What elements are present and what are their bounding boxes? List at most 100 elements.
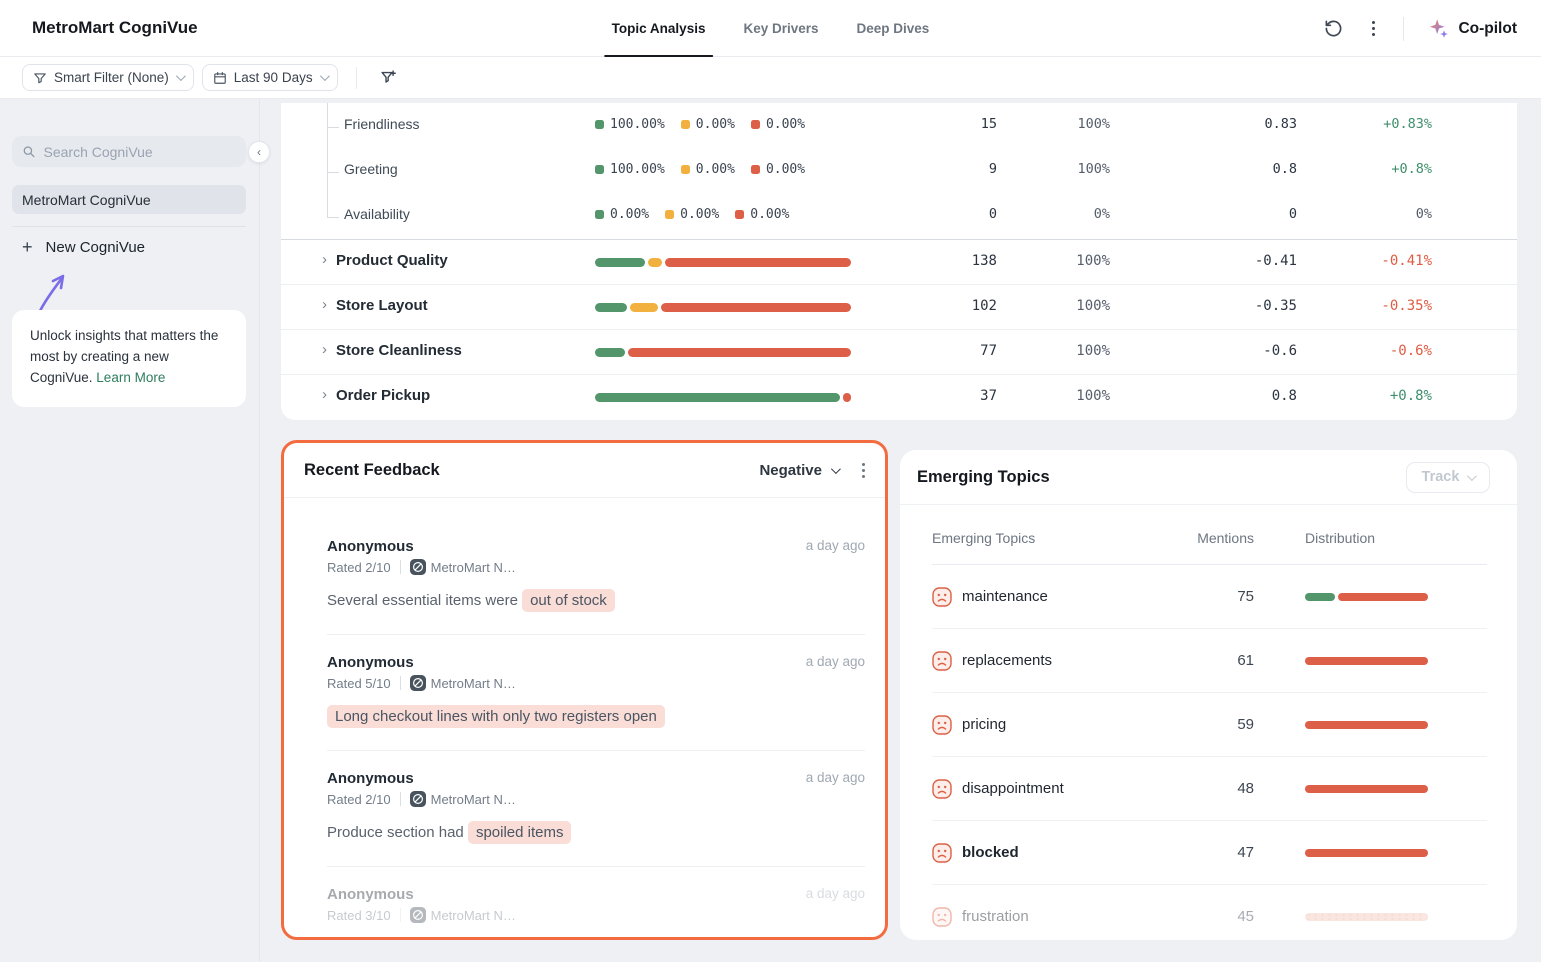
distribution-bar: [1305, 785, 1428, 793]
tab-deep-dives[interactable]: Deep Dives: [857, 0, 930, 57]
table-row-store-layout[interactable]: › Store Layout 102 100% -0.35 -0.35%: [281, 285, 1517, 330]
emerging-topics-columns: Emerging Topics Mentions Distribution: [932, 505, 1487, 565]
feedback-item: Anonymous Rated 5/10 MetroMart N… a day …: [327, 654, 865, 751]
new-cognivue-button[interactable]: + New CogniVue: [22, 238, 145, 256]
distribution-bar: [1305, 593, 1428, 601]
add-filter-icon[interactable]: [375, 64, 403, 92]
sentiment-bar: [595, 258, 851, 267]
search-box: [12, 136, 246, 167]
sad-face-icon: [932, 715, 952, 740]
table-row-store-cleanliness[interactable]: › Store Cleanliness 77 100% -0.6 -0.6%: [281, 330, 1517, 375]
recent-feedback-header: Recent Feedback Negative: [284, 443, 885, 498]
sentiment-bar: [595, 393, 851, 402]
learn-more-link[interactable]: Learn More: [96, 370, 165, 385]
distribution-bar: [1305, 721, 1428, 729]
negative-swatch: [735, 210, 744, 219]
emerging-topic-row: frustration 45: [932, 885, 1487, 940]
neutral-swatch: [665, 210, 674, 219]
sad-face-icon: [932, 843, 952, 868]
emerging-topics-header: Emerging Topics Track: [900, 450, 1517, 505]
copilot-button[interactable]: Co-pilot: [1418, 18, 1527, 40]
chevron-right-icon[interactable]: ›: [322, 251, 327, 268]
emerging-topic-row: blocked 47: [932, 821, 1487, 885]
distribution-bar: [1305, 657, 1428, 665]
negative-swatch: [751, 120, 760, 129]
chevron-right-icon[interactable]: ›: [322, 296, 327, 313]
chevron-right-icon[interactable]: ›: [322, 386, 327, 403]
chevron-down-icon: [176, 71, 186, 81]
emerging-topic-row: maintenance 75: [932, 565, 1487, 629]
neutral-swatch: [681, 165, 690, 174]
emerging-topic-row: pricing 59: [932, 693, 1487, 757]
sidebar-item-metromart[interactable]: MetroMart CogniVue: [12, 185, 246, 214]
search-icon: [22, 144, 36, 159]
panel-title: Emerging Topics: [917, 468, 1050, 487]
metromart-source-icon: [410, 907, 426, 923]
sentiment-bar: [595, 303, 851, 312]
topic-analysis-table: Friendliness 100.00% 0.00% 0.00% 15 100%…: [281, 103, 1517, 420]
promo-card: Unlock insights that matters the most by…: [12, 310, 246, 407]
filter-bar: Smart Filter (None) Last 90 Days: [0, 57, 1541, 99]
sentiment-bar: [595, 348, 851, 357]
sidebar-collapse-button[interactable]: ‹: [248, 141, 270, 163]
sentiment-filter-dropdown[interactable]: Negative: [759, 462, 838, 479]
feedback-item: Anonymous Rated 2/10 MetroMart N… a day …: [327, 770, 865, 867]
header-actions: Co-pilot: [1317, 0, 1527, 57]
top-header: MetroMart CogniVue Topic Analysis Key Dr…: [0, 0, 1541, 57]
table-row[interactable]: Availability 0.00% 0.00% 0.00% 0 0% 0 0%: [281, 194, 1517, 239]
negative-swatch: [751, 165, 760, 174]
table-row[interactable]: Greeting 100.00% 0.00% 0.00% 9 100% 0.8 …: [281, 149, 1517, 194]
metromart-source-icon: [410, 791, 426, 807]
table-row[interactable]: Friendliness 100.00% 0.00% 0.00% 15 100%…: [281, 104, 1517, 149]
highlight-chip: Long checkout lines with only two regist…: [327, 705, 665, 728]
app-root: MetroMart CogniVue Topic Analysis Key Dr…: [0, 0, 1541, 962]
positive-swatch: [595, 165, 604, 174]
sidebar-divider: [12, 226, 246, 227]
metromart-source-icon: [410, 559, 426, 575]
sad-face-icon: [932, 779, 952, 804]
header-divider: [1403, 17, 1404, 41]
positive-swatch: [595, 210, 604, 219]
filter-divider: [356, 67, 357, 89]
chevron-down-icon: [831, 464, 841, 474]
neutral-swatch: [681, 120, 690, 129]
calendar-icon: [213, 71, 227, 85]
main-tabs: Topic Analysis Key Drivers Deep Dives: [612, 0, 930, 57]
funnel-badge-icon: [33, 71, 47, 85]
tab-topic-analysis[interactable]: Topic Analysis: [612, 0, 706, 57]
smart-filter-dropdown[interactable]: Smart Filter (None): [22, 64, 194, 91]
feedback-item: Anonymous Rated 3/10 MetroMart N… a day …: [327, 886, 865, 940]
sad-face-icon: [932, 907, 952, 932]
track-dropdown[interactable]: Track: [1406, 462, 1490, 493]
metromart-source-icon: [410, 675, 426, 691]
app-title: MetroMart CogniVue: [32, 18, 198, 38]
date-range-dropdown[interactable]: Last 90 Days: [202, 64, 338, 91]
tab-key-drivers[interactable]: Key Drivers: [743, 0, 818, 57]
highlight-chip: out of stock: [522, 589, 615, 612]
chevron-down-icon: [320, 71, 330, 81]
feedback-list: Anonymous Rated 2/10 MetroMart N… a day …: [284, 498, 885, 940]
chevron-down-icon: [1467, 471, 1477, 481]
search-input[interactable]: [44, 144, 237, 160]
distribution-bar: [1305, 913, 1428, 921]
more-menu-icon[interactable]: [1357, 13, 1389, 45]
highlight-chip: spoiled items: [468, 821, 572, 844]
emerging-topic-row: replacements 61: [932, 629, 1487, 693]
sad-face-icon: [932, 651, 952, 676]
table-row-order-pickup[interactable]: › Order Pickup 37 100% 0.8 +0.8%: [281, 375, 1517, 420]
sparkle-icon: [1428, 18, 1450, 40]
table-row-product-quality[interactable]: › Product Quality 138 100% -0.41 -0.41%: [281, 240, 1517, 285]
plus-icon: +: [22, 238, 33, 256]
positive-swatch: [595, 120, 604, 129]
emerging-topic-row: disappointment 48: [932, 757, 1487, 821]
distribution-bar: [1305, 849, 1428, 857]
chevron-right-icon[interactable]: ›: [322, 341, 327, 358]
feedback-item: Anonymous Rated 2/10 MetroMart N… a day …: [327, 538, 865, 635]
sidebar: ‹ MetroMart CogniVue + New CogniVue Unlo…: [0, 99, 260, 962]
emerging-topics-panel: Emerging Topics Track Emerging Topics Me…: [900, 450, 1517, 940]
sad-face-icon: [932, 587, 952, 612]
panel-title: Recent Feedback: [304, 461, 440, 480]
refresh-icon[interactable]: [1317, 13, 1349, 45]
recent-feedback-panel: Recent Feedback Negative Anonymous Rated…: [281, 440, 888, 940]
feedback-more-icon[interactable]: [862, 463, 865, 478]
